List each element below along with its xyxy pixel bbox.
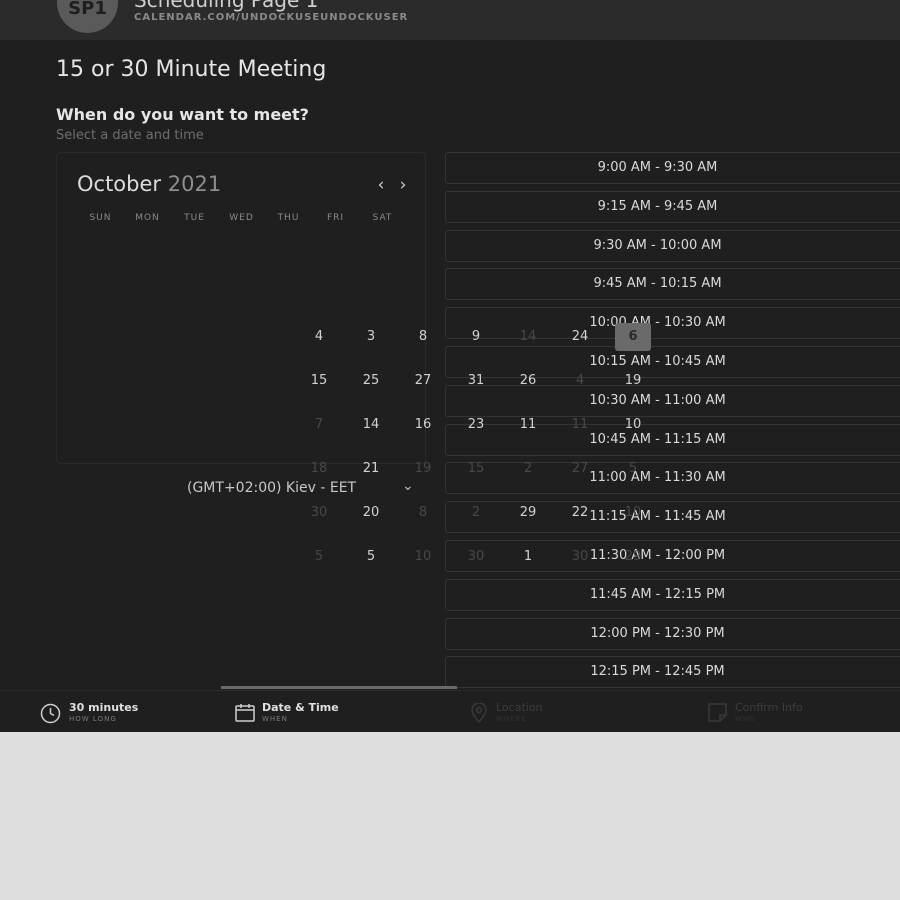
calendar-day[interactable]: 3 <box>353 323 389 351</box>
calendar-day: 29 <box>624 549 642 564</box>
step-navigation: 30 minutes HOW LONG Date & Time WHEN Loc… <box>0 690 900 732</box>
calendar-day-selected[interactable]: 6 <box>615 323 651 351</box>
calendar-day[interactable]: 9 <box>458 323 494 351</box>
note-icon <box>708 703 727 722</box>
step-subtitle: WHERE <box>496 715 527 723</box>
section-question: When do you want to meet? <box>56 105 309 124</box>
weekday-label: SUN <box>89 213 112 223</box>
calendar-day: 30 <box>310 505 328 520</box>
time-slot-button[interactable]: 12:15 PM - 12:45 PM <box>445 656 900 689</box>
chevron-right-icon: › <box>399 175 407 195</box>
step-confirm-info[interactable]: Confirm Info WHO <box>708 691 888 732</box>
clock-icon <box>40 703 61 724</box>
step-location[interactable]: Location WHERE <box>471 691 651 732</box>
calendar-day[interactable]: 4 <box>301 323 337 351</box>
step-title: Location <box>496 701 543 714</box>
step-how-long[interactable]: 30 minutes HOW LONG <box>40 691 190 732</box>
calendar-day[interactable]: 5 <box>353 543 389 571</box>
calendar-day[interactable]: 1 <box>510 543 546 571</box>
weekday-label: SAT <box>372 213 393 223</box>
next-month-button[interactable]: › <box>395 176 411 194</box>
scheduling-page-url[interactable]: CALENDAR.COM/UNDOCKUSEUNDOCKUSER <box>134 12 408 23</box>
calendar-day: 7 <box>314 417 324 432</box>
time-slot-button[interactable]: 9:00 AM - 9:30 AM <box>445 152 900 184</box>
event-title: 15 or 30 Minute Meeting <box>56 57 327 82</box>
step-title: 30 minutes <box>69 701 139 714</box>
calendar-day[interactable]: 20 <box>353 499 389 527</box>
calendar-month-label: October 2021 <box>77 172 221 196</box>
scheduling-app: SP1 Scheduling Page 1 CALENDAR.COM/UNDOC… <box>0 0 900 732</box>
calendar-year: 2021 <box>167 172 222 196</box>
step-subtitle: WHO <box>735 715 756 723</box>
weekday-label: FRI <box>326 213 345 223</box>
calendar-day[interactable]: 23 <box>458 411 494 439</box>
time-slot-button[interactable]: 9:30 AM - 10:00 AM <box>445 229 900 262</box>
calendar-day[interactable]: 11 <box>510 411 546 439</box>
weekday-label: THU <box>277 213 300 223</box>
avatar: SP1 <box>57 0 118 33</box>
weekday-label: TUE <box>184 213 205 223</box>
calendar-day[interactable]: 16 <box>405 411 441 439</box>
calendar-day: 18 <box>310 461 328 476</box>
step-title: Date & Time <box>262 701 339 714</box>
weekday-label: WED <box>229 213 254 223</box>
scheduling-page-name: Scheduling Page 1 <box>134 0 319 12</box>
prev-month-button[interactable]: ‹ <box>373 176 389 194</box>
header-bar: SP1 Scheduling Page 1 CALENDAR.COM/UNDOC… <box>0 0 900 40</box>
location-pin-icon <box>471 703 487 723</box>
calendar-day: 8 <box>418 505 428 520</box>
calendar-day[interactable]: 8 <box>405 323 441 351</box>
calendar-day[interactable]: 22 <box>562 499 598 527</box>
calendar-day[interactable]: 19 <box>615 367 651 395</box>
calendar-day: 4 <box>575 373 585 388</box>
step-date-time[interactable]: Date & Time WHEN <box>235 691 415 732</box>
calendar-day[interactable]: 24 <box>562 323 598 351</box>
calendar-day[interactable]: 14 <box>353 411 389 439</box>
section-hint: Select a date and time <box>56 128 204 143</box>
time-slot-button[interactable]: 9:45 AM - 10:15 AM <box>445 268 900 301</box>
chevron-left-icon: ‹ <box>377 175 385 195</box>
calendar-day: 27 <box>571 461 589 476</box>
calendar-day: 5 <box>628 461 638 476</box>
step-subtitle: HOW LONG <box>69 715 117 723</box>
time-slot-button[interactable]: 12:00 PM - 12:30 PM <box>445 617 900 650</box>
time-slot-button[interactable]: 11:45 AM - 12:15 PM <box>445 578 900 611</box>
calendar-day: 30 <box>467 549 485 564</box>
step-subtitle: WHEN <box>262 715 288 723</box>
step-progress-bar <box>221 686 457 689</box>
step-title: Confirm Info <box>735 701 803 714</box>
calendar-day[interactable]: 29 <box>510 499 546 527</box>
calendar-day: 15 <box>467 461 485 476</box>
calendar-day: 2 <box>523 461 533 476</box>
avatar-initials: SP1 <box>68 0 107 19</box>
weekday-label: MON <box>135 213 160 223</box>
calendar-day: 10 <box>624 505 642 520</box>
calendar-day: 19 <box>414 461 432 476</box>
calendar-day[interactable]: 15 <box>301 367 337 395</box>
calendar-day[interactable]: 27 <box>405 367 441 395</box>
calendar-day: 5 <box>314 549 324 564</box>
calendar-day: 30 <box>571 549 589 564</box>
calendar-day: 10 <box>414 549 432 564</box>
calendar-day[interactable]: 31 <box>458 367 494 395</box>
calendar-icon <box>235 704 255 722</box>
calendar-day[interactable]: 10 <box>615 411 651 439</box>
calendar-month: October <box>77 172 162 196</box>
calendar-day[interactable]: 25 <box>353 367 389 395</box>
calendar-day: 11 <box>571 417 589 432</box>
calendar-day: 2 <box>471 505 481 520</box>
calendar-day[interactable]: 21 <box>353 455 389 483</box>
calendar-day: 14 <box>519 329 537 344</box>
calendar-day[interactable]: 26 <box>510 367 546 395</box>
time-slot-button[interactable]: 9:15 AM - 9:45 AM <box>445 190 900 223</box>
